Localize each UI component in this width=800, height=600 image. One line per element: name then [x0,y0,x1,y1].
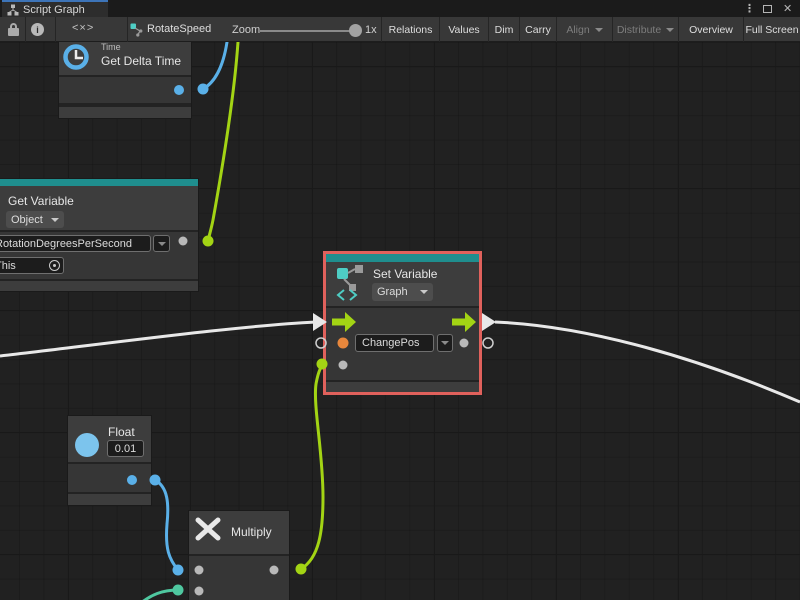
node-title: Get Variable [8,194,74,208]
graph-toolbar: i <×> RotateSpeed Zoom 1x Relations Valu… [0,17,800,42]
tab-title: Script Graph [23,4,85,16]
node-title: Set Variable [373,267,437,281]
node-title: Multiply [231,525,272,539]
flow-arrow-out[interactable] [482,313,496,331]
node-get-variable[interactable]: Get Variable Object RotationDegreesPerSe… [0,178,199,292]
window-maximize-icon[interactable] [763,0,772,17]
graph-asset-icon [130,23,144,37]
object-picker-icon[interactable] [49,260,60,271]
wire-endpoint-green [296,564,307,575]
graph-name-label: RotateSpeed [147,23,211,35]
code-icon[interactable]: <×> [72,22,94,34]
zoom-slider-track[interactable] [260,30,354,32]
chevron-down-icon [420,290,428,294]
wire-flow-in [0,322,316,356]
chevron-down-icon [51,218,59,222]
node-title: Float [108,425,135,439]
wire-to-multiply-b [141,590,178,600]
chevron-down-icon [666,28,674,32]
variable-name-dropdown-button[interactable] [153,235,170,252]
align-button[interactable]: Align [556,17,612,42]
wire-endpoint-teal [173,585,184,596]
wire-multiply-to-set-variable [301,365,323,569]
window-menu-icon[interactable]: ⋮ [744,0,755,17]
zoom-value: 1x [365,24,377,36]
wire-delta-time-out [203,42,227,89]
values-button[interactable]: Values [439,17,488,42]
wire-flow-out [495,322,800,402]
carry-button[interactable]: Carry [519,17,556,42]
port-hollow-right[interactable] [483,338,493,348]
lock-icon[interactable] [8,23,19,36]
dim-button[interactable]: Dim [488,17,519,42]
overview-button[interactable]: Overview [678,17,743,42]
node-float[interactable]: Float 0.01 [67,415,152,506]
full-screen-button[interactable]: Full Screen [743,17,800,42]
chevron-down-icon [595,28,603,32]
wire-endpoint-blue [173,565,184,576]
wire-endpoint-green [203,236,214,247]
zoom-slider-handle[interactable] [349,24,362,37]
variable-accent-bar [0,179,198,186]
relations-button[interactable]: Relations [381,17,439,42]
wire-float-to-multiply-a [155,480,178,570]
chevron-down-icon [158,242,166,246]
script-graph-window: Script Graph ⋮ ✕ i <×> RotateSpeed Zoom … [0,0,800,600]
script-graph-icon [7,4,19,16]
zoom-label: Zoom [232,24,260,36]
graph-canvas[interactable]: Time Get Delta Time Get Variable Object … [0,42,800,600]
variable-name-field[interactable]: ChangePos [355,334,434,352]
node-set-variable[interactable]: Set Variable Graph ChangePos [326,254,479,392]
node-get-delta-time[interactable]: Time Get Delta Time [58,42,192,119]
tab-script-graph[interactable]: Script Graph [2,0,108,17]
info-icon[interactable]: i [31,23,44,36]
wire-endpoint-blue [198,84,209,95]
wire-get-variable-out [208,42,238,241]
distribute-button[interactable]: Distribute [612,17,678,42]
variable-name-dropdown-button[interactable] [437,334,453,352]
chevron-down-icon [441,341,449,345]
node-category: Time [101,42,121,52]
variable-target-field[interactable]: This [0,257,64,274]
selection-highlight: Set Variable Graph ChangePos [323,251,482,395]
variable-accent-bar [326,254,479,262]
float-value-field[interactable]: 0.01 [107,440,144,457]
window-close-icon[interactable]: ✕ [783,0,792,17]
tab-bar: Script Graph ⋮ ✕ [0,0,800,17]
variable-scope-dropdown[interactable]: Graph [372,283,433,301]
node-multiply[interactable]: Multiply A A × B B [188,510,290,600]
node-title: Get Delta Time [101,54,181,68]
variable-name-field[interactable]: RotationDegreesPerSecond [0,235,151,252]
variable-scope-dropdown[interactable]: Object [6,211,64,228]
